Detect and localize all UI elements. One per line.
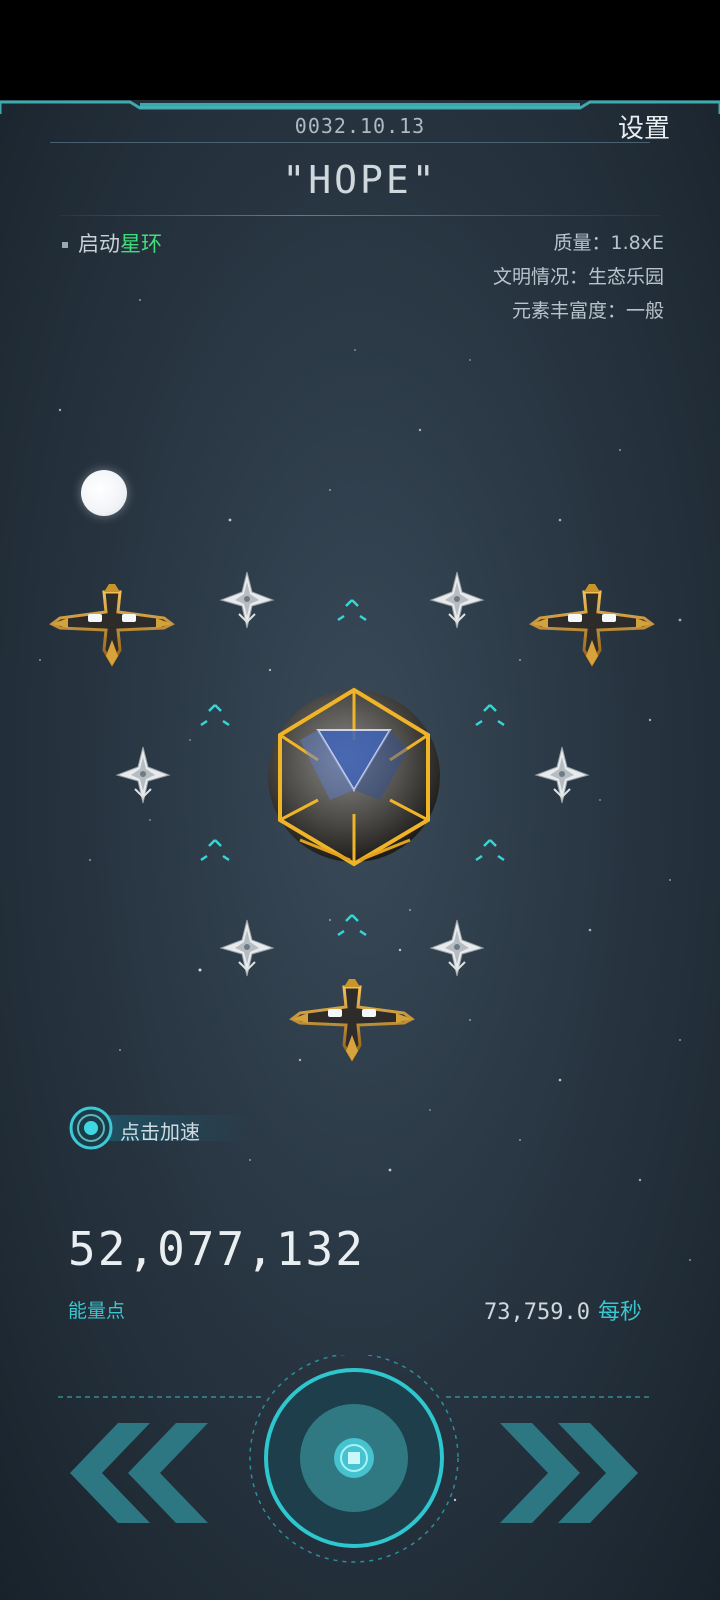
- double-chevron-left-icon[interactable]: [70, 1423, 208, 1523]
- orbit-marker-bottom: [336, 913, 368, 937]
- planet-core[interactable]: [268, 687, 440, 867]
- energy-rate: 73,759.0 每秒: [484, 1294, 642, 1326]
- battleship-bottom: [290, 977, 414, 1063]
- battleship-top-right: [530, 582, 654, 668]
- orbit-marker-top-right: [474, 703, 506, 727]
- game-screen: 0032.10.13 设置 "HOPE" 启动星环 质量：1.8xE 文明情况：…: [0, 100, 720, 1600]
- orbit-marker-top-left: [199, 703, 231, 727]
- drone-right: [535, 746, 589, 804]
- orbit-marker-bottom-right: [474, 838, 506, 862]
- energy-rate-unit: 每秒: [597, 1300, 642, 1325]
- bottom-navigation: [58, 1355, 650, 1563]
- energy-rate-value: 73,759.0: [484, 1300, 590, 1325]
- drone-top-right: [430, 571, 484, 629]
- battleship-top-left: [50, 582, 174, 668]
- tap-boost-button[interactable]: 点击加速: [68, 1105, 250, 1151]
- orbit-marker-bottom-left: [199, 838, 231, 862]
- drone-top-left: [220, 571, 274, 629]
- drone-bottom-right: [430, 919, 484, 977]
- orbit-marker-top: [336, 598, 368, 622]
- energy-points-label: 能量点: [68, 1300, 126, 1322]
- drone-left: [116, 746, 170, 804]
- boost-ring-icon: [69, 1106, 113, 1150]
- main-core-button[interactable]: [249, 1355, 459, 1563]
- drone-bottom-left: [220, 919, 274, 977]
- status-bar: [0, 0, 720, 100]
- double-chevron-right-icon[interactable]: [500, 1423, 638, 1523]
- boost-label: 点击加速: [120, 1120, 200, 1144]
- energy-points-value: 52,077,132: [68, 1222, 365, 1276]
